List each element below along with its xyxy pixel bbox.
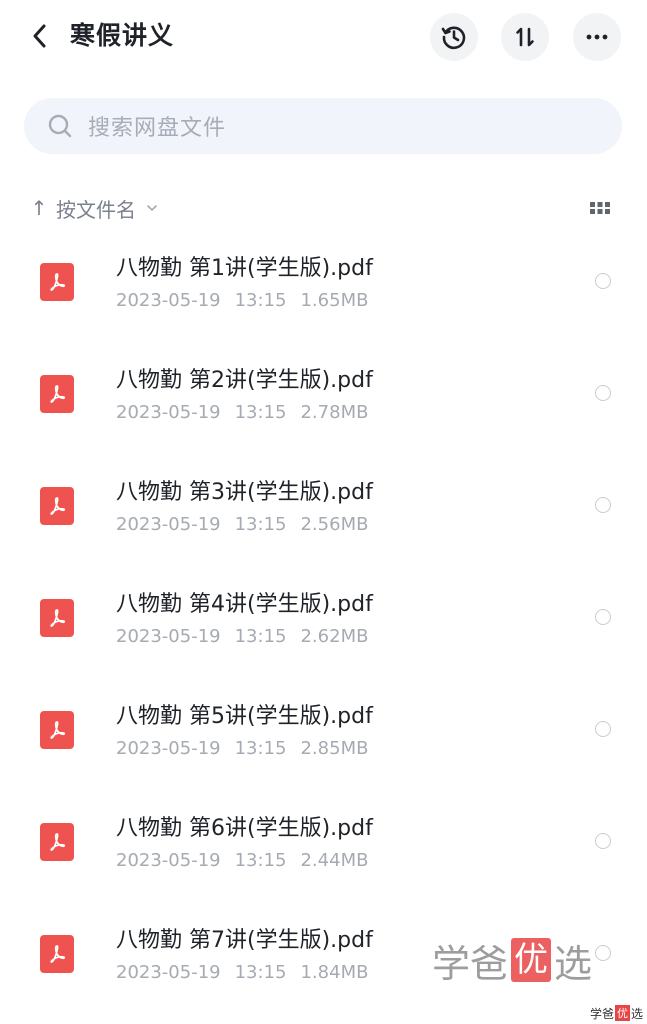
back-button[interactable] (22, 18, 58, 54)
watermark-logo: 学爸 优 选 (432, 936, 592, 986)
sort-direction-arrow: ↑ (30, 196, 48, 220)
file-size: 2.78MB (300, 402, 369, 423)
file-meta: 2023-05-19 13:15 2.85MB (116, 736, 368, 762)
file-row[interactable]: 八物勤 第5讲(学生版).pdf 2023-05-19 13:15 2.85MB (0, 686, 647, 798)
watermark-text-2: 选 (554, 941, 593, 986)
file-row[interactable]: 八物勤 第6讲(学生版).pdf 2023-05-19 13:15 2.44MB (0, 798, 647, 910)
watermark-small-text-1: 学爸 (589, 1006, 614, 1021)
file-time: 13:15 (234, 290, 287, 311)
file-size: 2.56MB (300, 514, 369, 535)
file-date: 2023-05-19 (116, 850, 221, 871)
sort-bar: ↑ 按文件名 (28, 188, 620, 228)
file-meta: 2023-05-19 13:15 2.62MB (116, 624, 368, 650)
page-title: 寒假讲义 (70, 21, 175, 50)
grid-view-icon (590, 202, 610, 214)
file-date: 2023-05-19 (116, 962, 221, 983)
file-date: 2023-05-19 (116, 626, 221, 647)
file-meta: 2023-05-19 13:15 2.78MB (116, 400, 368, 426)
search-bar[interactable]: 搜索网盘文件 (24, 98, 622, 154)
search-placeholder: 搜索网盘文件 (88, 116, 227, 141)
file-size: 2.44MB (300, 850, 369, 871)
file-row[interactable]: 八物勤 第1讲(学生版).pdf 2023-05-19 13:15 1.65MB (0, 238, 647, 350)
file-size: 2.62MB (300, 626, 369, 647)
file-row[interactable]: 八物勤 第2讲(学生版).pdf 2023-05-19 13:15 2.78MB (0, 350, 647, 462)
file-size: 1.84MB (300, 962, 369, 983)
history-button[interactable] (430, 13, 478, 61)
file-size: 2.85MB (300, 738, 369, 759)
file-date: 2023-05-19 (116, 738, 221, 759)
file-name: 八物勤 第1讲(学生版).pdf (116, 256, 373, 281)
file-meta: 2023-05-19 13:15 1.84MB (116, 960, 368, 986)
watermark-small-highlight: 优 (614, 1005, 630, 1021)
file-name: 八物勤 第5讲(学生版).pdf (116, 704, 373, 729)
file-time: 13:15 (234, 402, 287, 423)
chevron-left-icon (33, 24, 46, 48)
select-radio[interactable] (595, 945, 611, 961)
select-radio[interactable] (595, 609, 611, 625)
file-name: 八物勤 第3讲(学生版).pdf (116, 480, 373, 505)
file-name: 八物勤 第7讲(学生版).pdf (116, 928, 373, 953)
select-radio[interactable] (595, 497, 611, 513)
pdf-file-icon (40, 263, 74, 301)
file-date: 2023-05-19 (116, 402, 221, 423)
sort-arrows-icon (516, 27, 534, 47)
pdf-file-icon (40, 375, 74, 413)
pdf-file-icon (40, 935, 74, 973)
file-name: 八物勤 第2讲(学生版).pdf (116, 368, 373, 393)
select-radio[interactable] (595, 833, 611, 849)
file-time: 13:15 (234, 626, 287, 647)
pdf-file-icon (40, 823, 74, 861)
file-meta: 2023-05-19 13:15 2.56MB (116, 512, 368, 538)
pdf-file-icon (40, 487, 74, 525)
pdf-file-icon (40, 599, 74, 637)
file-time: 13:15 (234, 514, 287, 535)
file-size: 1.65MB (300, 290, 369, 311)
file-time: 13:15 (234, 962, 287, 983)
grid-view-button[interactable] (588, 198, 612, 218)
file-date: 2023-05-19 (116, 290, 221, 311)
history-clock-icon (441, 26, 466, 50)
file-row[interactable]: 八物勤 第4讲(学生版).pdf 2023-05-19 13:15 2.62MB (0, 574, 647, 686)
watermark-small-logo: 学爸 优 选 (590, 1005, 643, 1021)
file-list: 八物勤 第1讲(学生版).pdf 2023-05-19 13:15 1.65MB 八… (0, 238, 647, 1022)
file-time: 13:15 (234, 738, 287, 759)
select-radio[interactable] (595, 385, 611, 401)
more-options-button[interactable] (573, 13, 621, 61)
watermark-small-text-2: 选 (630, 1006, 643, 1021)
sort-by-name-button[interactable]: ↑ 按文件名 (28, 188, 158, 228)
file-meta: 2023-05-19 13:15 2.44MB (116, 848, 368, 874)
more-dots-icon (586, 34, 608, 40)
sort-label: 按文件名 (56, 197, 136, 222)
pdf-file-icon (40, 711, 74, 749)
file-date: 2023-05-19 (116, 514, 221, 535)
sort-order-button[interactable] (501, 13, 549, 61)
file-meta: 2023-05-19 13:15 1.65MB (116, 288, 368, 314)
top-bar: 寒假讲义 (0, 0, 647, 72)
watermark-text-1: 学爸 (432, 941, 509, 986)
file-row[interactable]: 八物勤 第3讲(学生版).pdf 2023-05-19 13:15 2.56MB (0, 462, 647, 574)
watermark-highlight: 优 (511, 938, 552, 982)
file-time: 13:15 (234, 850, 287, 871)
file-name: 八物勤 第4讲(学生版).pdf (116, 592, 373, 617)
chevron-down-icon (146, 204, 158, 212)
search-icon (46, 112, 74, 140)
select-radio[interactable] (595, 721, 611, 737)
file-name: 八物勤 第6讲(学生版).pdf (116, 816, 373, 841)
select-radio[interactable] (595, 273, 611, 289)
